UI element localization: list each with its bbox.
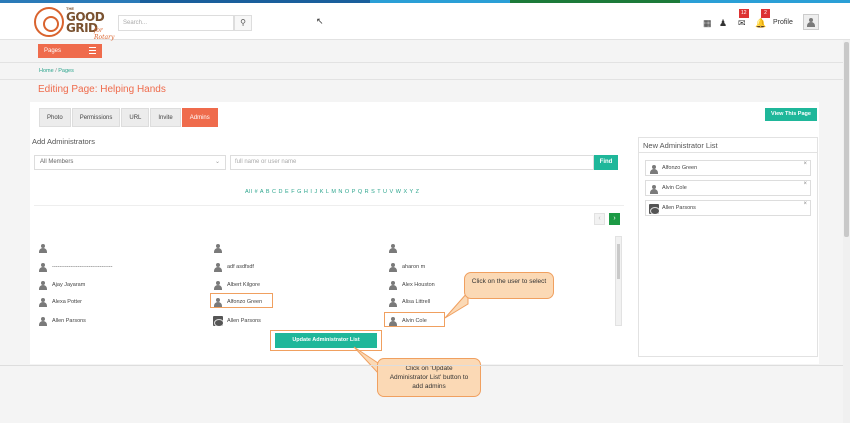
- tab-photo[interactable]: Photo: [39, 108, 71, 127]
- envelope-icon[interactable]: ✉: [738, 18, 746, 28]
- messages-badge: 12: [739, 9, 749, 18]
- find-button[interactable]: Find: [594, 155, 618, 170]
- remove-icon[interactable]: ×: [803, 201, 807, 207]
- user-photo-icon: [649, 204, 659, 214]
- mouse-cursor-icon: ↖: [316, 16, 324, 26]
- highlight-alvin-cole: [384, 312, 445, 327]
- admin-card: Alfonzo Green ×: [645, 160, 811, 176]
- user-name: Ajay Jayaram: [52, 282, 86, 288]
- search-icon: ⚲: [240, 18, 246, 27]
- profile-link[interactable]: Profile: [773, 19, 793, 26]
- user-list-scrollbar[interactable]: [615, 236, 622, 326]
- user-icon: [388, 243, 398, 253]
- pages-menu-label: Pages: [44, 48, 62, 54]
- divider: [639, 152, 817, 153]
- hamburger-icon: [89, 47, 96, 54]
- tab-url[interactable]: URL: [121, 108, 150, 127]
- page-tabs: Photo Permissions URL Invite Admins: [39, 108, 219, 127]
- tab-permissions[interactable]: Permissions: [71, 108, 121, 127]
- user-icon: [649, 184, 659, 194]
- page-scrollbar[interactable]: [843, 40, 850, 423]
- remove-icon[interactable]: ×: [803, 161, 807, 167]
- bell-icon[interactable]: 🔔: [755, 18, 766, 28]
- user-icon: [388, 280, 398, 290]
- divider: [0, 79, 843, 80]
- remove-icon[interactable]: ×: [803, 181, 807, 187]
- logo-flower-icon: [34, 7, 64, 37]
- pager-prev-button[interactable]: ‹: [594, 213, 605, 225]
- user-name: Albert Kilgore: [227, 282, 261, 288]
- users-icon[interactable]: ♟: [719, 18, 727, 28]
- alerts-badge: 2: [761, 9, 770, 18]
- user-icon: [38, 297, 48, 307]
- user-icon: [388, 262, 398, 272]
- top-header: THE GOOD GRID for Rotary Search... ⚲ ↖ ▦…: [0, 3, 850, 41]
- scrollbar-thumb[interactable]: [617, 244, 620, 279]
- logo-text-grid: GRID: [66, 21, 98, 35]
- name-search-input[interactable]: full name or user name: [230, 155, 594, 170]
- user-icon: [649, 164, 659, 174]
- divider: [34, 205, 624, 206]
- search-input[interactable]: Search...: [118, 15, 234, 31]
- search-button[interactable]: ⚲: [234, 15, 252, 31]
- user-photo-icon: [213, 316, 223, 326]
- site-logo[interactable]: THE GOOD GRID for Rotary: [34, 6, 124, 41]
- user-name: Allen Parsons: [52, 318, 86, 324]
- page-title: Editing Page: Helping Hands: [38, 84, 166, 95]
- new-administrator-list-panel: New Administrator List Alfonzo Green × A…: [638, 137, 818, 357]
- admin-card: Allen Parsons ×: [645, 200, 811, 216]
- user-icon: [213, 280, 223, 290]
- new-administrator-list-title: New Administrator List: [643, 141, 718, 150]
- add-administrators-title: Add Administrators: [32, 137, 95, 146]
- breadcrumb-pages[interactable]: Pages: [58, 68, 74, 74]
- user-icon: [38, 262, 48, 272]
- user-icon: [38, 316, 48, 326]
- footer-divider: [0, 365, 843, 366]
- apps-grid-icon[interactable]: ▦: [703, 18, 712, 28]
- breadcrumb-home[interactable]: Home: [39, 68, 54, 74]
- user-icon: [38, 243, 48, 253]
- profile-avatar[interactable]: [803, 14, 819, 30]
- user-name: adf asdfsdf: [227, 264, 254, 270]
- user-icon: [38, 280, 48, 290]
- user-name: Alisa Littrell: [402, 299, 431, 305]
- user-name: Allen Parsons: [227, 318, 261, 324]
- user-icon: [213, 262, 223, 272]
- tab-admins[interactable]: Admins: [181, 108, 218, 127]
- user-name: ---------------------------------: [52, 264, 113, 270]
- pager-next-button[interactable]: ›: [609, 213, 620, 225]
- callout-update-list: Click on 'Update Administrator List' but…: [377, 358, 481, 397]
- chevron-down-icon: ⌄: [214, 159, 220, 165]
- callout-select-user: Click on the user to select: [464, 272, 554, 299]
- view-page-button[interactable]: View This Page: [765, 108, 817, 121]
- alphabet-filter[interactable]: All # A B C D E F G H I J K L M N O P Q …: [245, 189, 420, 195]
- user-icon: [806, 17, 818, 29]
- user-name: Alex Houston: [402, 282, 435, 288]
- user-name: Alexa Potter: [52, 299, 82, 305]
- highlight-alfonzo-green: [210, 293, 273, 308]
- user-icon: [213, 243, 223, 253]
- member-filter-select[interactable]: All Members ⌄: [34, 155, 226, 170]
- divider: [0, 62, 843, 63]
- pages-menu-button[interactable]: Pages: [38, 44, 102, 58]
- breadcrumb: Home / Pages: [39, 68, 74, 74]
- admin-card: Alvin Cole ×: [645, 180, 811, 196]
- user-icon: [388, 297, 398, 307]
- member-filter-value: All Members: [40, 159, 74, 165]
- scrollbar-thumb[interactable]: [844, 42, 849, 237]
- user-name: aharon m: [402, 264, 426, 270]
- tab-invite[interactable]: Invite: [150, 108, 181, 127]
